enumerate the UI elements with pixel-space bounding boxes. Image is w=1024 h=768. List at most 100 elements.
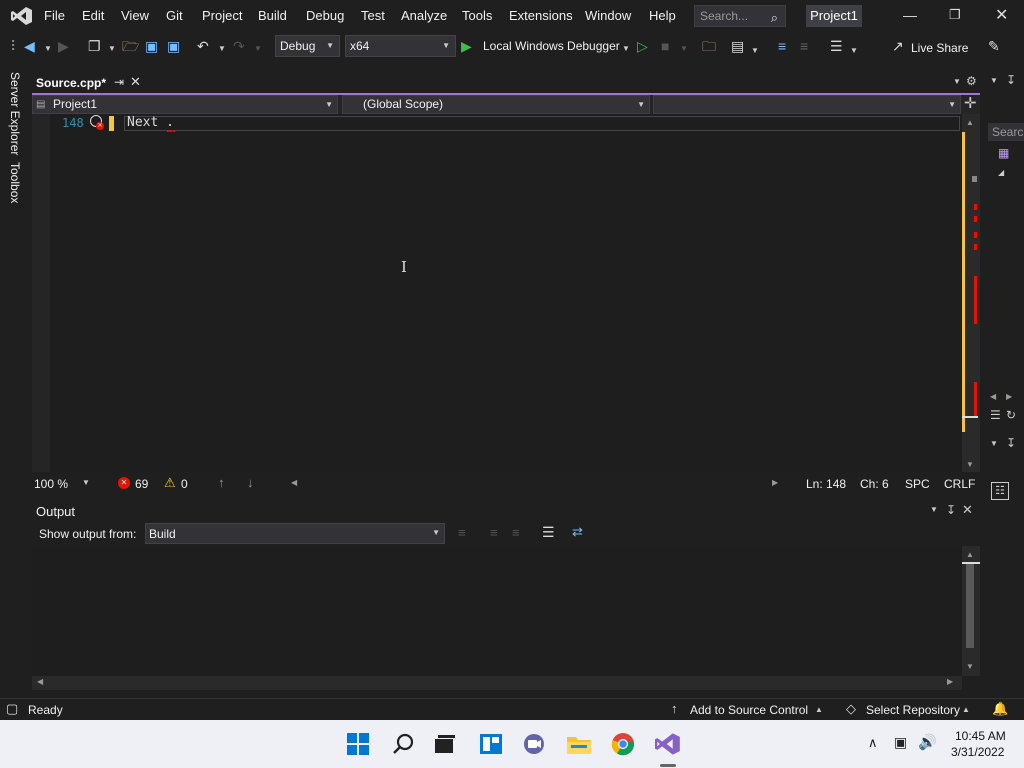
chevron-up-icon[interactable]: ▲ xyxy=(962,705,970,714)
platform-select[interactable]: x64 ▼ xyxy=(345,35,456,57)
attach-icon[interactable]: ■ xyxy=(661,39,669,53)
output-text-area[interactable] xyxy=(32,546,962,676)
search-input[interactable]: Search... ⌕ xyxy=(694,5,786,27)
menu-build[interactable]: Build xyxy=(258,8,287,23)
scroll-left-icon[interactable]: ◀ xyxy=(37,677,43,686)
properties-options-icon[interactable]: ▼ xyxy=(990,439,998,448)
close-tab-icon[interactable]: ✕ xyxy=(130,74,141,90)
volume-icon[interactable]: 🔊 xyxy=(918,733,937,751)
live-share-label[interactable]: Live Share xyxy=(911,41,968,55)
settings-gear-icon[interactable]: ⚙ xyxy=(966,74,977,88)
scroll-up-icon[interactable]: ▲ xyxy=(966,118,974,127)
run-dropdown-icon[interactable]: ▼ xyxy=(622,42,630,56)
new-dropdown-icon[interactable]: ▼ xyxy=(108,42,116,56)
start-debugging-icon[interactable]: ▶ xyxy=(461,39,472,53)
hidden-icons-chevron-icon[interactable]: ∧ xyxy=(868,735,878,751)
warnings-icon[interactable]: ⚠ xyxy=(164,475,176,491)
line-indicator[interactable]: Ln: 148 xyxy=(806,477,846,491)
zoom-level[interactable]: 100 % xyxy=(34,477,68,491)
start-without-debugging-icon[interactable]: ▷ xyxy=(637,39,648,53)
zoom-dropdown-icon[interactable]: ▼ xyxy=(82,478,90,487)
split-window-icon[interactable]: ✛ xyxy=(964,94,977,112)
configuration-select[interactable]: Debug ▼ xyxy=(275,35,340,57)
whitespace-indicator[interactable]: SPC xyxy=(905,477,930,491)
visual-studio-taskbar-icon[interactable] xyxy=(655,732,681,756)
menu-test[interactable]: Test xyxy=(361,8,385,23)
layout-icon[interactable]: ▤ xyxy=(731,39,744,53)
code-editor[interactable] xyxy=(32,114,962,472)
navigate-back-icon[interactable]: ◀ xyxy=(24,39,35,53)
scroll-left-icon[interactable]: ◀ xyxy=(291,478,297,487)
redo-icon[interactable]: ↷ xyxy=(233,39,245,53)
member-select[interactable]: ▼ xyxy=(653,95,961,114)
line-ending-indicator[interactable]: CRLF xyxy=(944,477,975,491)
search-icon[interactable] xyxy=(392,733,414,755)
document-tab-source[interactable]: Source.cpp* ⇥ ✕ xyxy=(32,73,144,95)
solution-search-input[interactable]: Searc xyxy=(988,123,1024,141)
clock-date[interactable]: 3/31/2022 xyxy=(951,745,1004,759)
clock-time[interactable]: 10:45 AM xyxy=(955,729,1006,743)
output-vertical-scrollbar[interactable]: ▲ ▼ xyxy=(962,546,980,676)
scroll-right-icon[interactable]: ▶ xyxy=(947,677,953,686)
scroll-thumb[interactable] xyxy=(972,176,977,182)
menu-analyze[interactable]: Analyze xyxy=(401,8,447,23)
menu-edit[interactable]: Edit xyxy=(82,8,104,23)
tab-list-dropdown-icon[interactable]: ▼ xyxy=(953,77,961,86)
feedback-icon[interactable]: ✎ xyxy=(988,39,1000,53)
select-repository[interactable]: Select Repository xyxy=(866,703,960,717)
tree-expand-icon[interactable]: ◢ xyxy=(998,168,1004,177)
navigate-forward-icon[interactable]: ▶ xyxy=(58,39,69,53)
menu-view[interactable]: View xyxy=(121,8,149,23)
errors-count[interactable]: 69 xyxy=(135,477,148,491)
scroll-down-icon[interactable]: ▼ xyxy=(966,460,974,469)
properties-icon[interactable]: ☰ xyxy=(990,408,1001,422)
scroll-left-icon[interactable]: ◀ xyxy=(990,392,996,401)
window-options-icon[interactable]: ▼ xyxy=(990,76,998,85)
run-label[interactable]: Local Windows Debugger xyxy=(483,39,620,53)
task-view-icon[interactable] xyxy=(434,734,456,754)
editor-vertical-scrollbar[interactable]: ▲ ▼ xyxy=(962,114,980,472)
menu-debug[interactable]: Debug xyxy=(306,8,344,23)
menu-window[interactable]: Window xyxy=(585,8,631,23)
open-file-icon[interactable]: 🗁 xyxy=(122,39,139,53)
panel-options-icon[interactable]: ▼ xyxy=(930,505,938,514)
menu-file[interactable]: File xyxy=(44,8,65,23)
comment-icon[interactable]: ≡ xyxy=(778,39,786,53)
widgets-icon[interactable] xyxy=(479,733,503,755)
menu-project[interactable]: Project xyxy=(202,8,242,23)
scroll-right-icon[interactable]: ▶ xyxy=(1006,392,1012,401)
menu-git[interactable]: Git xyxy=(166,8,183,23)
project-scope-select[interactable]: ▤ Project1 ▼ xyxy=(32,95,338,114)
scroll-up-icon[interactable]: ▲ xyxy=(966,550,974,559)
layout-dropdown-icon[interactable]: ▼ xyxy=(751,44,759,58)
toolbar-options-icon[interactable]: ▼ xyxy=(850,44,858,58)
next-issue-icon[interactable]: ↓ xyxy=(247,475,254,490)
scroll-right-icon[interactable]: ▶ xyxy=(772,478,778,487)
chat-icon[interactable] xyxy=(522,733,546,755)
back-dropdown-icon[interactable]: ▼ xyxy=(44,42,52,56)
notifications-panel-icon[interactable]: ▢ xyxy=(6,701,18,717)
previous-issue-icon[interactable]: ↑ xyxy=(218,475,225,490)
global-scope-select[interactable]: (Global Scope) ▼ xyxy=(342,95,650,114)
new-project-icon[interactable]: ❐ xyxy=(88,39,101,53)
undo-dropdown-icon[interactable]: ▼ xyxy=(218,42,226,56)
panel-close-icon[interactable]: ✕ xyxy=(962,502,973,518)
panel-pin-icon[interactable]: ↧ xyxy=(946,503,956,517)
menu-tools[interactable]: Tools xyxy=(462,8,492,23)
open-folder-icon[interactable]: 🗀 xyxy=(702,39,716,53)
next-message-icon[interactable]: ≡ xyxy=(512,525,520,540)
notification-bell-icon[interactable]: 🔔 xyxy=(992,701,1008,717)
save-all-icon[interactable]: ▣ xyxy=(167,39,180,53)
clear-all-icon[interactable]: ☰ xyxy=(542,524,555,541)
redo-dropdown-icon[interactable]: ▼ xyxy=(254,42,262,56)
save-icon[interactable]: ▣ xyxy=(145,39,158,53)
sync-icon[interactable]: ↻ xyxy=(1006,408,1016,422)
scroll-thumb[interactable] xyxy=(966,564,974,648)
properties-pin-icon[interactable]: ↧ xyxy=(1006,436,1016,450)
indent-icon[interactable]: ☰ xyxy=(830,39,843,53)
prev-message-icon[interactable]: ≡ xyxy=(490,525,498,540)
close-window-icon[interactable]: ✕ xyxy=(995,5,1008,25)
categorized-view-icon[interactable]: ☷ xyxy=(991,482,1009,500)
window-pin-icon[interactable]: ↧ xyxy=(1006,73,1016,87)
word-wrap-icon[interactable]: ⇄ xyxy=(572,524,583,540)
